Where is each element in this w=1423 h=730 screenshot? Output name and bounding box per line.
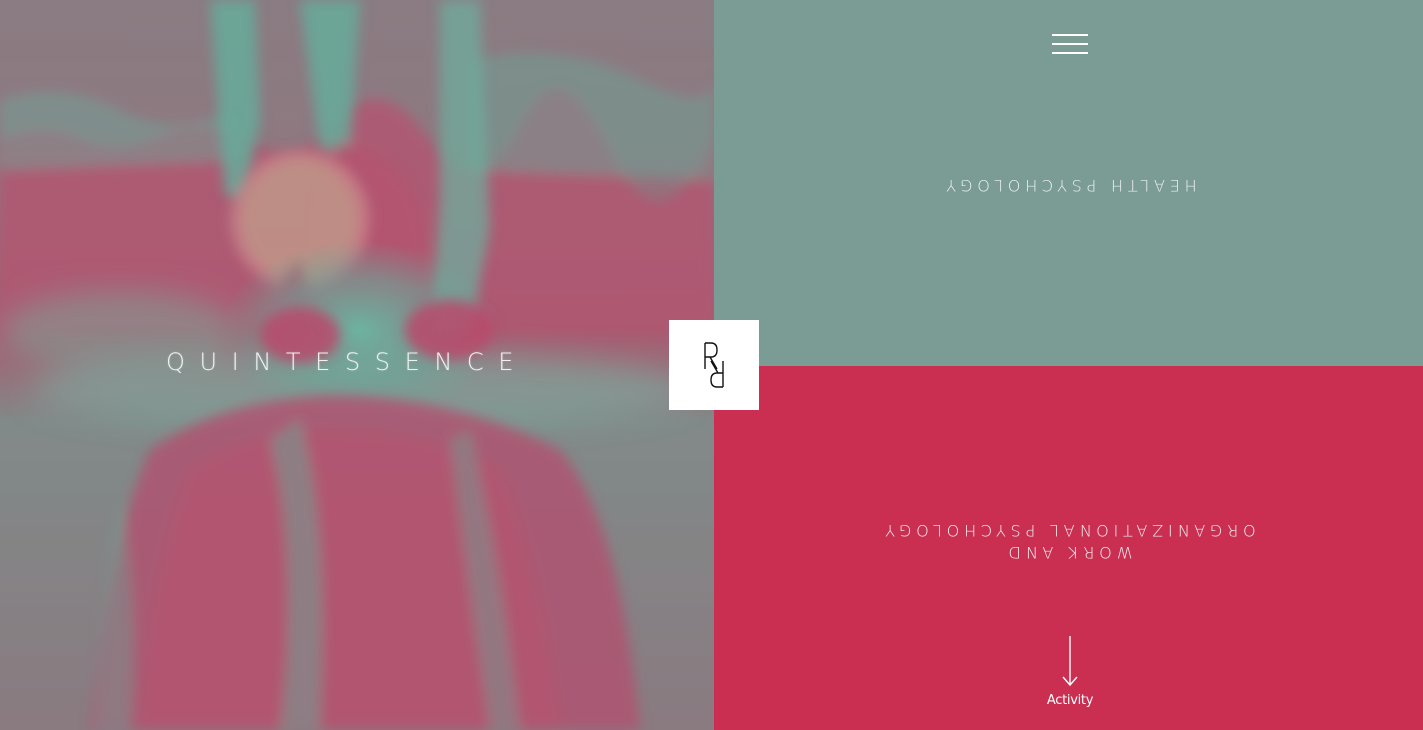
work-psychology-line1: WORK AND bbox=[1003, 543, 1133, 562]
hero-title: QUINTESSENCE bbox=[166, 348, 529, 376]
work-psychology-label[interactable]: WORK AND ORGANIZATIONAL PSYCHOLOGY bbox=[848, 519, 1288, 563]
hamburger-menu-icon-bar bbox=[1052, 52, 1088, 54]
arrow-down-icon bbox=[1062, 636, 1078, 687]
activity-label: Activity bbox=[1046, 693, 1094, 708]
activity-link[interactable]: Activity bbox=[1030, 634, 1110, 714]
logo-button[interactable] bbox=[669, 320, 759, 410]
health-psychology-label[interactable]: HEALTH PSYCHOLOGY bbox=[914, 174, 1224, 196]
work-psychology-line2: ORGANIZATIONAL PSYCHOLOGY bbox=[880, 521, 1256, 540]
page: QUINTESSENCE HEALTH PSYCHOLOGY WORK AND … bbox=[0, 0, 1423, 730]
hamburger-menu-icon-bar bbox=[1052, 43, 1088, 45]
menu-button[interactable] bbox=[1052, 33, 1088, 55]
hero-section: QUINTESSENCE bbox=[0, 0, 714, 730]
hamburger-menu-icon bbox=[1052, 34, 1088, 36]
rr-monogram-logo bbox=[704, 342, 724, 388]
